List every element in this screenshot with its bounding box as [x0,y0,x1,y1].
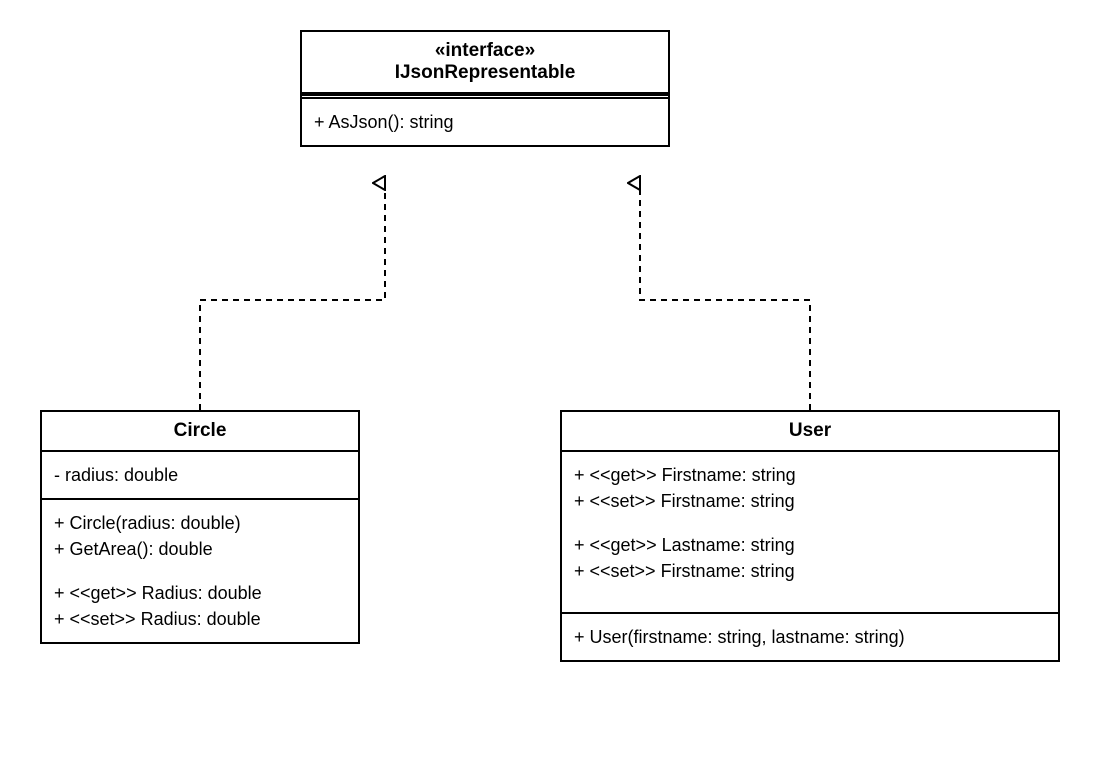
user-attribute: + <<set>> Firstname: string [574,558,1046,584]
user-methods: + User(firstname: string, lastname: stri… [562,614,1058,660]
circle-method: + <<get>> Radius: double [54,580,346,606]
circle-attributes: - radius: double [42,452,358,498]
circle-realization-line [200,183,385,410]
user-box: User + <<get>> Firstname: string + <<set… [560,410,1060,662]
interface-methods: + AsJson(): string [302,99,668,145]
user-attribute: + <<get>> Lastname: string [574,532,1046,558]
interface-title: «interface» IJsonRepresentable [302,32,668,94]
circle-attribute: - radius: double [54,462,346,488]
user-realization-line [640,183,810,410]
interface-stereotype: «interface» [312,40,658,62]
user-attribute: + <<set>> Firstname: string [574,488,1046,514]
interface-method: + AsJson(): string [314,109,656,135]
user-attribute: + <<get>> Firstname: string [574,462,1046,488]
interface-box: «interface» IJsonRepresentable + AsJson(… [300,30,670,147]
circle-method: + Circle(radius: double) [54,510,346,536]
circle-box: Circle - radius: double + Circle(radius:… [40,410,360,644]
interface-name: IJsonRepresentable [312,62,658,84]
user-method: + User(firstname: string, lastname: stri… [574,624,1046,650]
user-attributes: + <<get>> Firstname: string + <<set>> Fi… [562,452,1058,612]
circle-method: + GetArea(): double [54,536,346,562]
circle-methods: + Circle(radius: double) + GetArea(): do… [42,500,358,642]
user-title: User [562,412,1058,452]
circle-method: + <<set>> Radius: double [54,606,346,632]
circle-title: Circle [42,412,358,452]
